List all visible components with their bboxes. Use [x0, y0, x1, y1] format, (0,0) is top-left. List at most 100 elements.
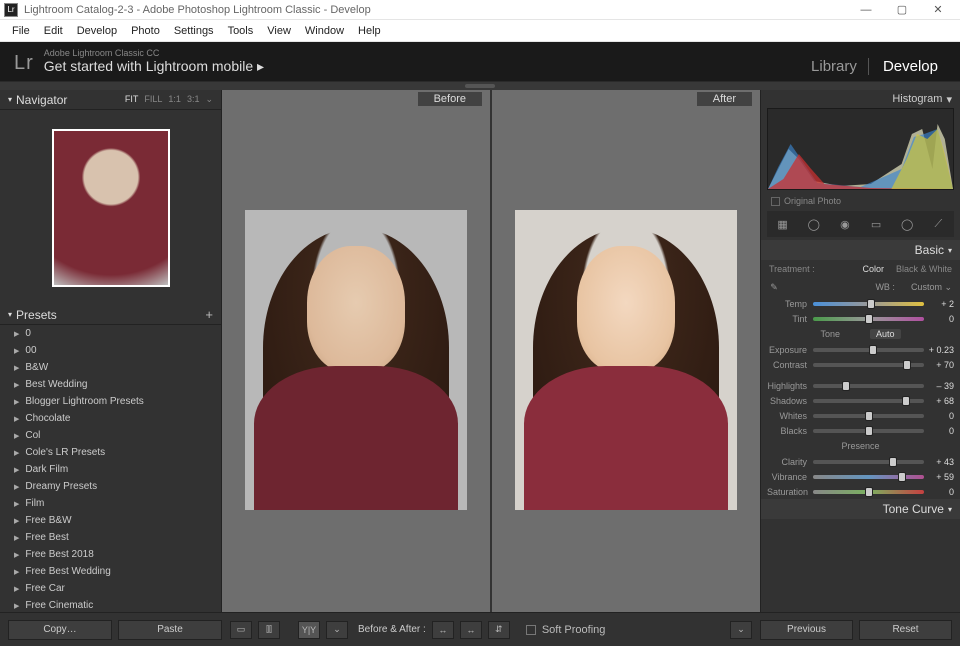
zoom-more-icon[interactable]: ⌄ [205, 94, 213, 105]
slider-whites[interactable]: Whites0 [761, 408, 960, 423]
preset-item[interactable]: ▶B&W [0, 359, 221, 376]
module-library[interactable]: Library [803, 58, 865, 75]
auto-button[interactable]: Auto [870, 329, 901, 339]
slider-handle[interactable] [889, 457, 897, 467]
soft-proofing-toggle[interactable]: Soft Proofing [526, 624, 606, 636]
wb-dropdown[interactable]: Custom ⌄ [911, 282, 952, 293]
spot-icon[interactable]: ◯ [804, 214, 824, 234]
slider-saturation[interactable]: Saturation0 [761, 484, 960, 499]
basic-header[interactable]: Basic▾ [761, 240, 960, 260]
slider-handle[interactable] [865, 487, 873, 497]
slider-blacks[interactable]: Blacks0 [761, 423, 960, 438]
preset-item[interactable]: ▶Col [0, 427, 221, 444]
original-photo-toggle[interactable]: Original Photo [761, 194, 960, 208]
preset-item[interactable]: ▶Free B&W [0, 512, 221, 529]
menu-settings[interactable]: Settings [168, 23, 220, 39]
preset-item[interactable]: ▶00 [0, 342, 221, 359]
navigator-header[interactable]: ▾ Navigator FIT FILL 1:1 3:1 ⌄ [0, 90, 221, 110]
menu-develop[interactable]: Develop [71, 23, 123, 39]
treatment-bw[interactable]: Black & White [896, 264, 952, 274]
zoom-3-1[interactable]: 3:1 [187, 94, 200, 105]
preset-item[interactable]: ▶Best Wedding [0, 376, 221, 393]
ba-action2-icon[interactable]: ↔ [460, 621, 482, 639]
slider-track[interactable] [813, 429, 924, 433]
slider-track[interactable] [813, 490, 924, 494]
preset-item[interactable]: ▶Free Best 2018 [0, 546, 221, 563]
preset-item[interactable]: ▶Free Cinematic [0, 597, 221, 612]
add-preset-icon[interactable]: + [205, 307, 213, 322]
grad-icon[interactable]: ▭ [866, 214, 886, 234]
slider-clarity[interactable]: Clarity+ 43 [761, 454, 960, 469]
radial-icon[interactable]: ◯ [897, 214, 917, 234]
slider-handle[interactable] [898, 472, 906, 482]
slider-track[interactable] [813, 475, 924, 479]
slider-handle[interactable] [865, 314, 873, 324]
menu-photo[interactable]: Photo [125, 23, 166, 39]
slider-vibrance[interactable]: Vibrance+ 59 [761, 469, 960, 484]
view-ba-split-icon[interactable]: Y|Y [298, 621, 320, 639]
view-loupe-icon[interactable]: ▭ [230, 621, 252, 639]
slider-handle[interactable] [865, 411, 873, 421]
ba-swap-icon[interactable]: ⇵ [488, 621, 510, 639]
preset-item[interactable]: ▶Chocolate [0, 410, 221, 427]
navigator-preview[interactable] [0, 110, 221, 305]
slider-handle[interactable] [842, 381, 850, 391]
zoom-fill[interactable]: FILL [144, 94, 162, 105]
menu-view[interactable]: View [261, 23, 297, 39]
tonecurve-header[interactable]: Tone Curve▾ [761, 499, 960, 519]
menu-tools[interactable]: Tools [222, 23, 260, 39]
histogram[interactable] [767, 108, 954, 190]
footer-disclose-icon[interactable]: ⌄ [730, 621, 752, 639]
slider-handle[interactable] [869, 345, 877, 355]
brush-icon[interactable]: ⟋ [928, 214, 948, 234]
previous-button[interactable]: Previous [760, 620, 853, 640]
preset-item[interactable]: ▶Free Car [0, 580, 221, 597]
slider-tint[interactable]: Tint0 [761, 311, 960, 326]
wb-dropper-icon[interactable]: ✎ [765, 278, 783, 296]
crop-icon[interactable]: ▦ [773, 214, 793, 234]
preset-item[interactable]: ▶Free Best [0, 529, 221, 546]
window-maximize[interactable]: ▢ [884, 0, 920, 20]
slider-track[interactable] [813, 348, 924, 352]
copy-button[interactable]: Copy… [8, 620, 112, 640]
preset-item[interactable]: ▶Free Best Wedding [0, 563, 221, 580]
treatment-color[interactable]: Color [862, 264, 884, 274]
slider-track[interactable] [813, 317, 924, 321]
slider-handle[interactable] [903, 360, 911, 370]
before-photo[interactable] [222, 108, 490, 612]
slider-handle[interactable] [865, 426, 873, 436]
ba-action1-icon[interactable]: ↔ [432, 621, 454, 639]
preset-item[interactable]: ▶Film [0, 495, 221, 512]
preset-item[interactable]: ▶Cole's LR Presets [0, 444, 221, 461]
slider-highlights[interactable]: Highlights– 39 [761, 378, 960, 393]
preset-item[interactable]: ▶Dreamy Presets [0, 478, 221, 495]
slider-track[interactable] [813, 302, 924, 306]
slider-track[interactable] [813, 384, 924, 388]
slider-handle[interactable] [902, 396, 910, 406]
preset-item[interactable]: ▶Blogger Lightroom Presets [0, 393, 221, 410]
zoom-1-1[interactable]: 1:1 [168, 94, 181, 105]
menu-file[interactable]: File [6, 23, 36, 39]
paste-button[interactable]: Paste [118, 620, 222, 640]
module-develop[interactable]: Develop [868, 58, 946, 75]
menu-edit[interactable]: Edit [38, 23, 69, 39]
slider-temp[interactable]: Temp+ 2 [761, 296, 960, 311]
slider-track[interactable] [813, 399, 924, 403]
view-ba-h-icon[interactable]: ⫿⫿ [258, 621, 280, 639]
reset-button[interactable]: Reset [859, 620, 952, 640]
top-divider[interactable] [0, 82, 960, 90]
zoom-fit[interactable]: FIT [125, 94, 139, 105]
redeye-icon[interactable]: ◉ [835, 214, 855, 234]
window-close[interactable]: ✕ [920, 0, 956, 20]
menu-help[interactable]: Help [352, 23, 387, 39]
histogram-header[interactable]: Histogram▾ [761, 90, 960, 108]
slider-track[interactable] [813, 414, 924, 418]
slider-exposure[interactable]: Exposure+ 0.23 [761, 342, 960, 357]
slider-handle[interactable] [867, 299, 875, 309]
ba-dropdown-icon[interactable]: ⌄ [326, 621, 348, 639]
slider-track[interactable] [813, 460, 924, 464]
window-minimize[interactable]: — [848, 0, 884, 20]
after-photo[interactable] [490, 108, 760, 612]
slider-track[interactable] [813, 363, 924, 367]
slider-shadows[interactable]: Shadows+ 68 [761, 393, 960, 408]
